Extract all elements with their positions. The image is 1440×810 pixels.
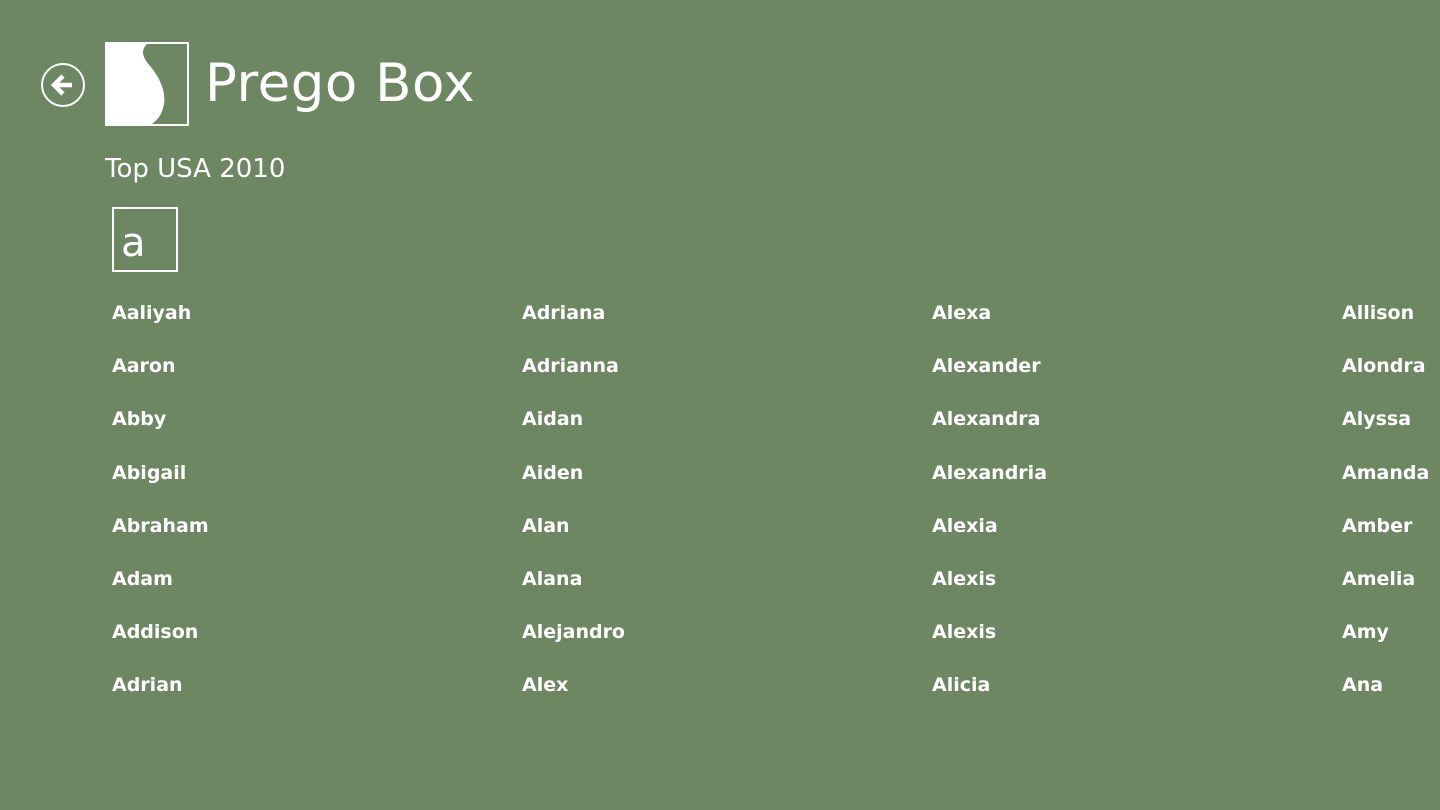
name-item[interactable]: Alexander [932, 349, 1342, 402]
pregnant-silhouette-icon [107, 44, 165, 124]
name-item[interactable]: Ana [1342, 668, 1440, 721]
name-item[interactable]: Addison [112, 615, 522, 668]
name-item[interactable]: Adrianna [522, 349, 932, 402]
name-item[interactable]: Alan [522, 509, 932, 562]
name-item[interactable]: Amber [1342, 509, 1440, 562]
name-item[interactable]: Amelia [1342, 562, 1440, 615]
name-item[interactable]: Alicia [932, 668, 1342, 721]
name-item[interactable]: Aidan [522, 402, 932, 455]
name-item[interactable]: Alexia [932, 509, 1342, 562]
name-item[interactable]: Alexis [932, 562, 1342, 615]
name-item[interactable]: Adrian [112, 668, 522, 721]
name-item[interactable]: Allison [1342, 296, 1440, 349]
name-item[interactable]: Aaron [112, 349, 522, 402]
name-item[interactable]: Alexandria [932, 456, 1342, 509]
name-item[interactable]: Alana [522, 562, 932, 615]
name-item[interactable]: Amanda [1342, 456, 1440, 509]
app-logo [105, 42, 189, 126]
name-item[interactable]: Adriana [522, 296, 932, 349]
name-item[interactable]: Alexis [932, 615, 1342, 668]
name-item[interactable]: Alexandra [932, 402, 1342, 455]
name-item[interactable]: Aaliyah [112, 296, 522, 349]
app-title: Prego Box [205, 53, 476, 114]
names-list: Aaliyah Aaron Abby Abigail Abraham Adam Addiso… [112, 296, 1440, 716]
name-item[interactable]: Alejandro [522, 615, 932, 668]
back-button[interactable] [41, 63, 85, 107]
group-letter-tile[interactable]: a [112, 207, 178, 272]
name-item[interactable]: Abby [112, 402, 522, 455]
name-item[interactable]: Adam [112, 562, 522, 615]
name-item[interactable]: Abraham [112, 509, 522, 562]
app-page: Prego Box Top USA 2010 a Aaliyah Aaron Abb… [0, 0, 1440, 810]
name-item[interactable]: Alex [522, 668, 932, 721]
name-item[interactable]: Alexa [932, 296, 1342, 349]
back-arrow-icon [50, 74, 72, 96]
group-letter-label: a [121, 220, 146, 266]
name-item[interactable]: Alondra [1342, 349, 1440, 402]
section-subtitle: Top USA 2010 [105, 154, 286, 184]
name-item[interactable]: Amy [1342, 615, 1440, 668]
name-item[interactable]: Aiden [522, 456, 932, 509]
name-item[interactable]: Abigail [112, 456, 522, 509]
name-item[interactable]: Alyssa [1342, 402, 1440, 455]
